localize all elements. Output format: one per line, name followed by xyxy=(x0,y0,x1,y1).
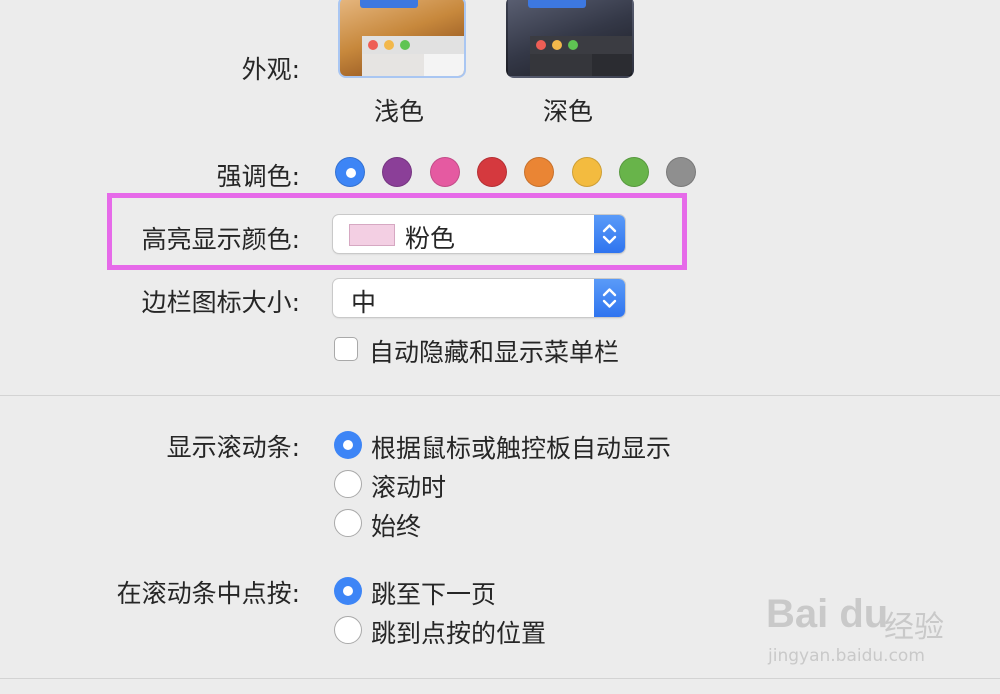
sidebar-icon-size-popup[interactable]: 中 xyxy=(333,279,625,317)
baidu-jingyan-watermark: Bai du 经验 jingyan.baidu.com xyxy=(766,584,996,674)
accent-color-swatch[interactable] xyxy=(429,157,460,187)
scrollbars-always-radio[interactable] xyxy=(334,509,362,537)
window-preview xyxy=(362,36,464,76)
section-divider xyxy=(0,395,1000,396)
scrollbars-auto-label: 根据鼠标或触控板自动显示 xyxy=(371,434,672,463)
section-divider xyxy=(0,678,1000,679)
jump-next-page-label: 跳至下一页 xyxy=(371,580,497,609)
watermark-text: 经验 xyxy=(884,610,944,645)
minimize-dot-icon xyxy=(552,40,562,50)
zoom-dot-icon xyxy=(568,40,578,50)
accent-color-swatch[interactable] xyxy=(382,157,413,187)
jump-next-page-radio[interactable] xyxy=(334,577,362,605)
light-appearance-label: 浅色 xyxy=(374,97,425,126)
dark-appearance-thumbnail[interactable] xyxy=(506,0,634,78)
auto-hide-menubar-label: 自动隐藏和显示菜单栏 xyxy=(369,338,620,367)
show-scrollbars-label: 显示滚动条: xyxy=(166,433,300,462)
accent-color-swatch[interactable] xyxy=(618,157,649,187)
up-down-stepper-icon xyxy=(594,279,625,317)
light-appearance-thumbnail[interactable] xyxy=(338,0,466,78)
accent-color-swatch[interactable] xyxy=(476,157,507,187)
scrollbars-when-scrolling-radio[interactable] xyxy=(334,470,362,498)
accent-color-swatch[interactable] xyxy=(335,157,365,187)
zoom-dot-icon xyxy=(400,40,410,50)
minimize-dot-icon xyxy=(384,40,394,50)
watermark-url: jingyan.baidu.com xyxy=(768,646,925,666)
scrollbars-always-label: 始终 xyxy=(371,512,422,541)
window-preview xyxy=(530,36,632,76)
scrollbars-auto-radio[interactable] xyxy=(334,431,362,459)
click-scrollbar-label: 在滚动条中点按: xyxy=(116,579,300,608)
sidebar-icon-size-label: 边栏图标大小: xyxy=(141,288,300,317)
sidebar-icon-size-value: 中 xyxy=(351,288,377,317)
accent-color-swatch[interactable] xyxy=(571,157,602,187)
appearance-label: 外观: xyxy=(241,55,300,84)
accent-color-swatch[interactable] xyxy=(666,157,697,187)
scrollbars-when-scrolling-label: 滚动时 xyxy=(371,473,447,502)
baidu-logo: Bai du xyxy=(766,592,889,636)
accent-color-swatch[interactable] xyxy=(524,157,555,187)
jump-to-spot-radio[interactable] xyxy=(334,616,362,644)
dark-appearance-label: 深色 xyxy=(543,97,594,126)
auto-hide-menubar-checkbox[interactable] xyxy=(334,337,358,361)
close-dot-icon xyxy=(368,40,378,50)
menubar-preview xyxy=(360,0,418,8)
close-dot-icon xyxy=(536,40,546,50)
accent-color-label: 强调色: xyxy=(216,162,300,191)
menubar-preview xyxy=(528,0,586,8)
annotation-highlight-box xyxy=(107,193,687,270)
jump-to-spot-label: 跳到点按的位置 xyxy=(371,619,547,648)
